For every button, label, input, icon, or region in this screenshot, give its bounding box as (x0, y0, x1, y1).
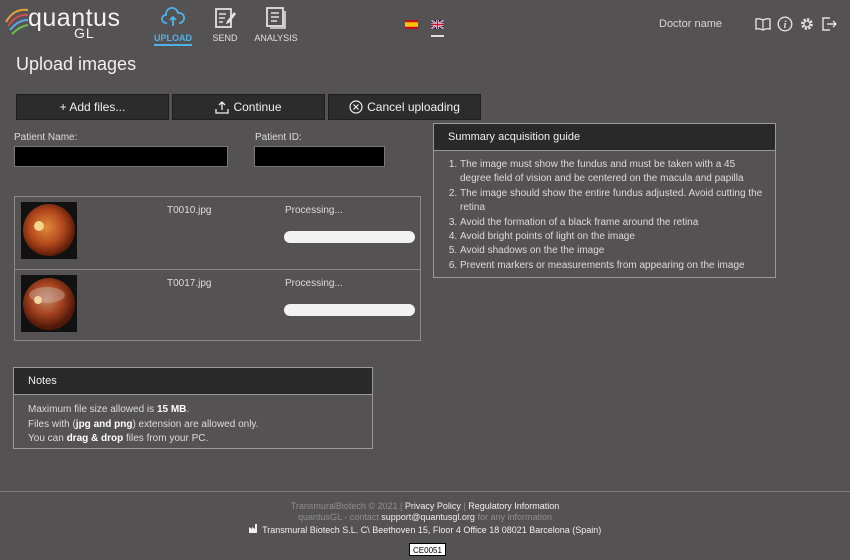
cancel-uploading-button[interactable]: Cancel uploading (328, 94, 481, 120)
flag-uk-icon[interactable] (431, 20, 444, 29)
regulatory-information-link[interactable]: Regulatory Information (468, 501, 559, 511)
patient-name-label: Patient Name: (14, 132, 78, 143)
notes-line: Files with (jpg and png) extension are a… (28, 418, 259, 430)
file-name: T0017.jpg (167, 278, 212, 289)
company-address: Transmural Biotech S.L. C\ Beethoven 15,… (262, 525, 602, 535)
guide-item: Avoid the formation of a black frame aro… (460, 216, 767, 230)
nav-send-label: SEND (212, 33, 238, 43)
acquisition-guide-panel: Summary acquisition guide The image must… (433, 123, 776, 278)
cancel-circle-icon (349, 100, 363, 114)
logout-icon[interactable] (821, 16, 837, 32)
notes-panel: Notes Maximum file size allowed is 15 MB… (13, 367, 373, 449)
cancel-uploading-label: Cancel uploading (367, 100, 460, 114)
guide-item: The image should show the entire fundus … (460, 187, 767, 216)
cloud-upload-icon (161, 7, 185, 26)
patient-name-input[interactable] (14, 146, 228, 167)
file-row: T0010.jpg Processing... (15, 197, 420, 269)
flag-spain-icon[interactable] (405, 20, 418, 29)
file-status: Processing... (285, 205, 343, 216)
continue-button[interactable]: Continue (172, 94, 325, 120)
fundus-thumbnail (21, 202, 77, 259)
privacy-policy-link[interactable]: Privacy Policy (405, 501, 461, 511)
continue-label: Continue (233, 100, 282, 114)
patient-id-label: Patient ID: (255, 132, 302, 143)
contact-prefix: quantusGL - contact (298, 512, 379, 522)
guide-item: Prevent markers or measurements from app… (460, 259, 767, 273)
progress-bar (284, 231, 415, 243)
footer-separator: | (463, 501, 466, 511)
edit-document-icon (215, 8, 236, 28)
guide-item: Avoid bright points of light on the imag… (460, 230, 767, 244)
file-status: Processing... (285, 278, 343, 289)
file-list: T0010.jpg Processing... T0017.jpg Proces… (14, 196, 421, 341)
support-email-link[interactable]: support@quantusgl.org (381, 512, 475, 522)
fundus-thumbnail (21, 275, 77, 332)
nav-upload[interactable]: UPLOAD (143, 6, 203, 46)
gear-icon[interactable] (799, 16, 815, 32)
info-icon[interactable]: i (777, 16, 793, 32)
notes-body: Maximum file size allowed is 15 MB. File… (14, 395, 372, 447)
guide-title: Summary acquisition guide (434, 124, 775, 151)
footer-address: Transmural Biotech S.L. C\ Beethoven 15,… (0, 524, 850, 535)
book-icon[interactable] (755, 16, 771, 32)
guide-list: The image must show the fundus and must … (434, 158, 775, 273)
progress-bar (284, 304, 415, 316)
page-title: Upload images (16, 54, 137, 74)
guide-item: Avoid shadows on the the image (460, 244, 767, 258)
add-files-label: + Add files... (59, 100, 126, 114)
document-list-icon (266, 7, 286, 29)
logo-sub: GL (74, 25, 95, 41)
guide-item: The image must show the fundus and must … (460, 158, 767, 187)
nav-analysis[interactable]: ANALYSIS (246, 6, 306, 43)
factory-icon (248, 524, 257, 533)
file-name: T0010.jpg (167, 205, 212, 216)
notes-title: Notes (14, 368, 372, 395)
nav-upload-label: UPLOAD (154, 33, 192, 46)
footer-contact: quantusGL - contact support@quantusgl.or… (0, 512, 850, 522)
notes-line: Maximum file size allowed is 15 MB. (28, 404, 190, 415)
ce-mark: CE0051 (409, 543, 446, 556)
svg-text:i: i (784, 20, 787, 31)
nav-analysis-label: ANALYSIS (254, 33, 298, 43)
file-row: T0017.jpg Processing... (15, 269, 420, 342)
notes-line: You can drag & drop files from your PC. (28, 433, 209, 444)
footer-links: TransmuralBiotech © 2021 | Privacy Polic… (0, 501, 850, 511)
copyright: TransmuralBiotech © 2021 | (290, 501, 403, 511)
footer-divider (0, 491, 850, 492)
doctor-name[interactable]: Doctor name (659, 18, 722, 30)
add-files-button[interactable]: + Add files... (16, 94, 169, 120)
active-language-indicator (431, 35, 444, 37)
contact-suffix: for any information (477, 512, 552, 522)
upload-icon (215, 101, 230, 114)
patient-id-input[interactable] (254, 146, 385, 167)
